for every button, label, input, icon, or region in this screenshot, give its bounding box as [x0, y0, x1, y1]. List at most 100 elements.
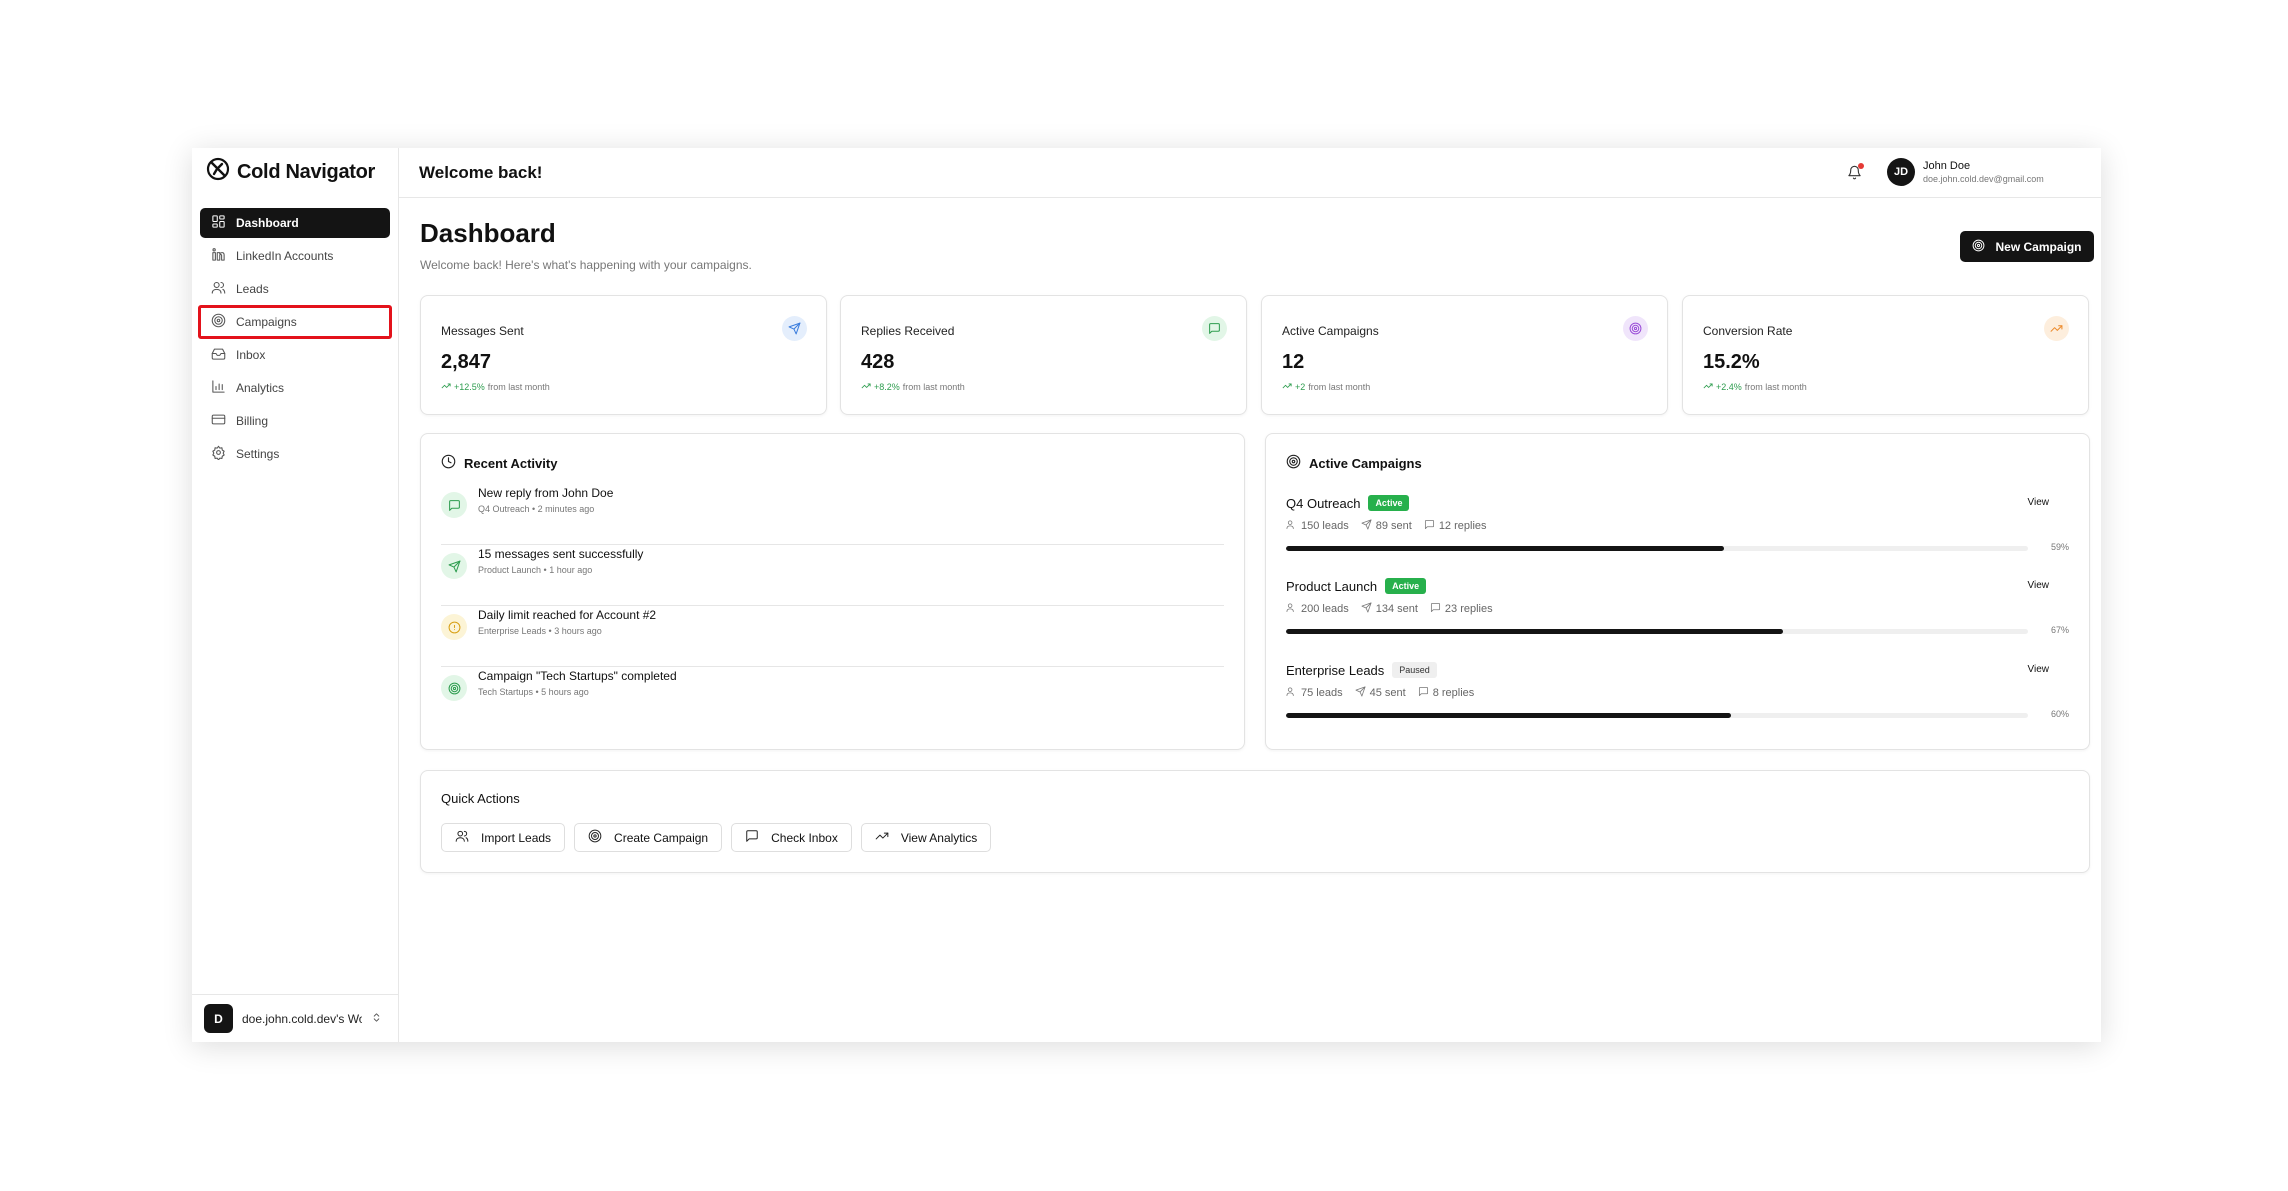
- sidebar-item-dashboard[interactable]: Dashboard: [200, 208, 390, 238]
- campaign-sent: 134 sent: [1375, 603, 1418, 615]
- stat-label: Messages Sent: [441, 324, 524, 338]
- campaign-header: Q4 Outreach Active: [1286, 495, 1410, 511]
- progress-fill: [1286, 713, 1732, 718]
- quick-actions-title: Quick Actions: [441, 791, 520, 806]
- send-icon: [441, 553, 467, 579]
- bar-chart-icon: [211, 379, 226, 397]
- view-campaign-button[interactable]: View: [2028, 497, 2050, 508]
- activity-item[interactable]: Campaign "Tech Startups" completed Tech …: [441, 667, 1224, 728]
- stat-change-suffix: from last month: [487, 382, 550, 392]
- view-campaign-button[interactable]: View: [2028, 580, 2050, 591]
- message-icon: [1430, 602, 1441, 616]
- sidebar-item-analytics[interactable]: Analytics: [200, 373, 390, 403]
- activity-meta: Tech Startups • 5 hours ago: [478, 687, 589, 697]
- campaign-header: Enterprise Leads Paused: [1286, 662, 1437, 678]
- stat-change-value: +12.5%: [454, 382, 485, 392]
- brand[interactable]: Cold Navigator: [192, 148, 398, 196]
- top-bar: Welcome back! JD John Doe doe.john.cold.…: [399, 148, 2101, 198]
- trending-up-icon: [441, 381, 451, 393]
- dashboard-content: Dashboard Welcome back! Here's what's ha…: [399, 198, 2101, 1042]
- progress-percent: 60%: [2050, 709, 2069, 719]
- stat-card-replies-received: Replies Received 428 +8.2% from last mon…: [840, 295, 1247, 415]
- sidebar-item-label: Dashboard: [236, 216, 299, 230]
- trending-up-icon: [875, 829, 889, 846]
- campaign-replies: 8 replies: [1432, 687, 1475, 699]
- stat-change-value: +2.4%: [1716, 382, 1742, 392]
- campaign-row: Enterprise Leads Paused View 75 leads 45…: [1286, 662, 2069, 742]
- trending-up-icon: [2044, 316, 2069, 341]
- page-subtitle: Welcome back! Here's what's happening wi…: [420, 258, 752, 272]
- activity-item[interactable]: New reply from John Doe Q4 Outreach • 2 …: [441, 484, 1224, 545]
- stat-change: +2 from last month: [1282, 381, 1370, 393]
- target-icon: [1286, 454, 1301, 472]
- page-title: Dashboard: [420, 218, 556, 248]
- users-icon: [1286, 519, 1297, 533]
- active-campaigns-title: Active Campaigns: [1286, 454, 1422, 472]
- import-leads-button[interactable]: Import Leads: [441, 823, 566, 852]
- stat-change-value: +2: [1295, 382, 1306, 392]
- stat-value: 2,847: [441, 351, 492, 373]
- clock-icon: [441, 454, 456, 472]
- activity-item[interactable]: 15 messages sent successfully Product La…: [441, 545, 1224, 606]
- sidebar-item-leads[interactable]: Leads: [200, 274, 390, 304]
- stat-value: 15.2%: [1703, 351, 1760, 373]
- sidebar-item-inbox[interactable]: Inbox: [200, 340, 390, 370]
- compass-logo-icon: [206, 157, 230, 187]
- users-icon: [455, 829, 469, 846]
- activity-item[interactable]: Daily limit reached for Account #2 Enter…: [441, 606, 1224, 667]
- stat-card-messages-sent: Messages Sent 2,847 +12.5% from last mon…: [420, 295, 827, 415]
- trending-up-icon: [861, 381, 871, 393]
- sidebar-item-campaigns[interactable]: Campaigns: [198, 305, 392, 339]
- sidebar-item-billing[interactable]: Billing: [200, 406, 390, 436]
- create-campaign-button[interactable]: Create Campaign: [574, 823, 723, 852]
- check-inbox-button[interactable]: Check Inbox: [731, 823, 852, 852]
- activity-meta: Q4 Outreach • 2 minutes ago: [478, 504, 595, 514]
- alert-circle-icon: [441, 614, 467, 640]
- campaign-leads: 150 leads: [1301, 520, 1349, 532]
- users-icon: [211, 280, 226, 298]
- stat-change-suffix: from last month: [902, 382, 965, 392]
- status-badge: Paused: [1392, 662, 1437, 678]
- notifications-button[interactable]: [1847, 163, 1864, 184]
- workspace-name: doe.john.cold.dev's Workspace: [242, 1011, 362, 1026]
- send-icon: [1361, 519, 1372, 533]
- workspace-switcher[interactable]: D doe.john.cold.dev's Workspace: [192, 994, 398, 1042]
- stat-change: +12.5% from last month: [441, 381, 550, 393]
- message-icon: [1202, 316, 1227, 341]
- campaign-stats: 75 leads 45 sent 8 replies: [1286, 686, 1474, 700]
- progress-percent: 67%: [2050, 625, 2069, 635]
- stat-label: Replies Received: [861, 324, 955, 338]
- sidebar-item-label: Inbox: [236, 348, 266, 362]
- campaign-name: Q4 Outreach: [1286, 495, 1361, 511]
- new-campaign-button[interactable]: New Campaign: [1960, 231, 2094, 262]
- campaign-row: Q4 Outreach Active View 150 leads 89 sen…: [1286, 495, 2069, 575]
- campaign-leads: 75 leads: [1301, 687, 1343, 699]
- button-label: Import Leads: [481, 830, 552, 845]
- button-label: Create Campaign: [614, 830, 709, 845]
- recent-activity-title: Recent Activity: [441, 454, 557, 472]
- sidebar-item-label: Settings: [236, 447, 280, 461]
- quick-actions-row: Import Leads Create Campaign Check Inbox…: [441, 823, 992, 852]
- header-title: Welcome back!: [419, 162, 543, 182]
- view-analytics-button[interactable]: View Analytics: [860, 823, 992, 852]
- dashboard-grid-icon: [211, 214, 226, 232]
- progress-bar: [1286, 546, 2028, 551]
- activity-title: Daily limit reached for Account #2: [478, 608, 657, 622]
- view-campaign-button[interactable]: View: [2028, 664, 2050, 675]
- progress-percent: 59%: [2050, 542, 2069, 552]
- user-menu[interactable]: JD John Doe doe.john.cold.dev@gmail.com: [1887, 158, 2044, 186]
- campaign-leads: 200 leads: [1301, 603, 1349, 615]
- user-email: doe.john.cold.dev@gmail.com: [1923, 174, 2044, 184]
- sidebar-item-settings[interactable]: Settings: [200, 439, 390, 469]
- progress-bar: [1286, 713, 2028, 718]
- button-label: View Analytics: [900, 830, 978, 845]
- campaign-row: Product Launch Active View 200 leads 134…: [1286, 578, 2069, 658]
- message-icon: [441, 492, 467, 518]
- bell-icon: [1847, 165, 1862, 184]
- target-icon: [1623, 316, 1648, 341]
- sidebar-item-linkedin-accounts[interactable]: LinkedIn Accounts: [200, 241, 390, 271]
- stat-change-suffix: from last month: [1744, 382, 1807, 392]
- users-icon: [1286, 686, 1297, 700]
- target-icon: [211, 313, 226, 331]
- stat-label: Active Campaigns: [1282, 324, 1379, 338]
